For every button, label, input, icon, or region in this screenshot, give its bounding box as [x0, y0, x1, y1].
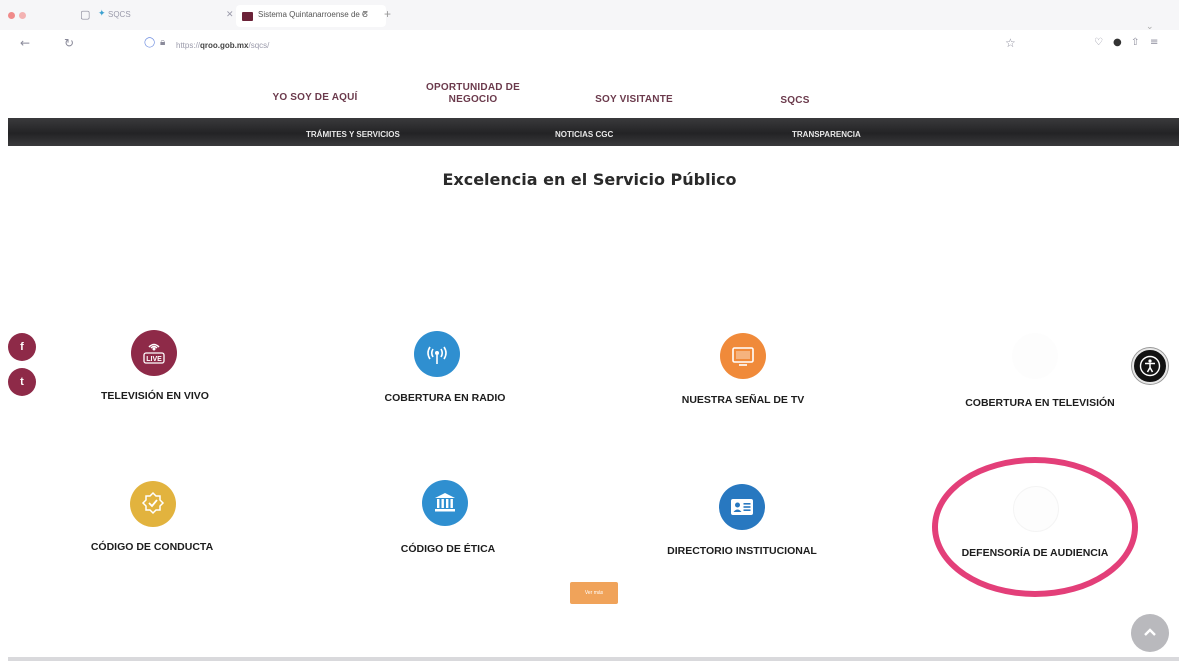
live-badge-text: LIVE [146, 356, 162, 363]
card-codigo-de-etica[interactable]: CÓDIGO DE ÉTICA [373, 543, 523, 555]
id-card-icon[interactable] [719, 484, 765, 530]
live-broadcast-icon[interactable]: LIVE [131, 330, 177, 376]
reload-icon[interactable]: ↻ [64, 36, 74, 50]
url-prefix: https:// [176, 41, 201, 50]
card-codigo-de-conducta[interactable]: CÓDIGO DE CONDUCTA [72, 541, 232, 553]
close-tab-icon[interactable]: ✕ [226, 9, 234, 20]
television-coverage-icon[interactable] [1012, 333, 1058, 379]
twitter-icon[interactable]: t [8, 368, 36, 396]
close-window-dot[interactable] [8, 12, 15, 19]
scroll-to-top-icon[interactable] [1131, 614, 1169, 652]
accessibility-icon[interactable] [1132, 348, 1168, 384]
tab-active-title[interactable]: Sistema Quintanarroense de C [258, 10, 368, 19]
tab-favicon-icon: ✦ [98, 9, 106, 19]
card-nuestra-senal-de-tv[interactable]: NUESTRA SEÑAL DE TV [668, 394, 818, 406]
minimize-window-dot[interactable] [19, 12, 26, 19]
nav-noticias-cgc[interactable]: NOTICIAS CGC [555, 130, 613, 139]
nav-sqcs[interactable]: SQCS [770, 95, 820, 107]
ver-mas-button[interactable]: Ver más [570, 582, 618, 604]
card-cobertura-en-radio[interactable]: COBERTURA EN RADIO [370, 392, 520, 404]
tv-icon[interactable] [720, 333, 766, 379]
shield-icon[interactable]: ◯ [144, 37, 155, 48]
menu-icon[interactable]: ≡ [1150, 37, 1158, 48]
url-path: /sqcs/ [248, 41, 270, 50]
card-directorio-institucional[interactable]: DIRECTORIO INSTITUCIONAL [662, 545, 822, 557]
pocket-icon[interactable]: ♡ [1094, 37, 1103, 48]
new-tab-button[interactable]: + [384, 7, 391, 21]
nav-soy-visitante[interactable]: SOY VISITANTE [584, 94, 684, 106]
card-television-en-vivo[interactable]: TELEVISIÓN EN VIVO [80, 390, 230, 402]
nav-yo-soy-de-aqui[interactable]: YO SOY DE AQUÍ [260, 92, 370, 104]
browser-tab-bar: ▢ ✦ SQCS ✕ Sistema Quintanarroense de C … [0, 0, 1179, 32]
extensions-icon[interactable]: ⇧ [1131, 37, 1139, 48]
nav-oportunidad-de-negocio[interactable]: OPORTUNIDAD DE NEGOCIO [420, 82, 526, 106]
bottom-divider [8, 657, 1179, 661]
nav-transparencia[interactable]: TRANSPARENCIA [792, 130, 861, 139]
bookmark-star-icon[interactable]: ☆ [1005, 36, 1016, 50]
badge-check-icon[interactable] [130, 481, 176, 527]
close-active-tab-icon[interactable]: ✕ [362, 9, 369, 18]
page-title: Excelencia en el Servicio Público [442, 170, 737, 189]
card-cobertura-en-television[interactable]: COBERTURA EN TELEVISIÓN [955, 397, 1125, 409]
facebook-icon[interactable]: f [8, 333, 36, 361]
account-icon[interactable]: ● [1113, 37, 1122, 48]
lock-icon: 🔒︎ [160, 37, 166, 48]
tab-sqcs[interactable]: SQCS [108, 10, 131, 19]
highlight-annotation [932, 457, 1138, 597]
nav-tramites-y-servicios[interactable]: TRÁMITES Y SERVICIOS [306, 130, 400, 139]
institution-icon[interactable] [422, 480, 468, 526]
tab-overview-icon[interactable]: ▢ [80, 8, 90, 21]
radio-antenna-icon[interactable] [414, 331, 460, 377]
back-arrow-icon[interactable]: ← [20, 36, 30, 50]
site-favicon-icon [242, 12, 253, 21]
address-bar[interactable]: https://qroo.gob.mx/sqcs/ [176, 41, 269, 50]
url-domain: qroo.gob.mx [200, 41, 249, 50]
